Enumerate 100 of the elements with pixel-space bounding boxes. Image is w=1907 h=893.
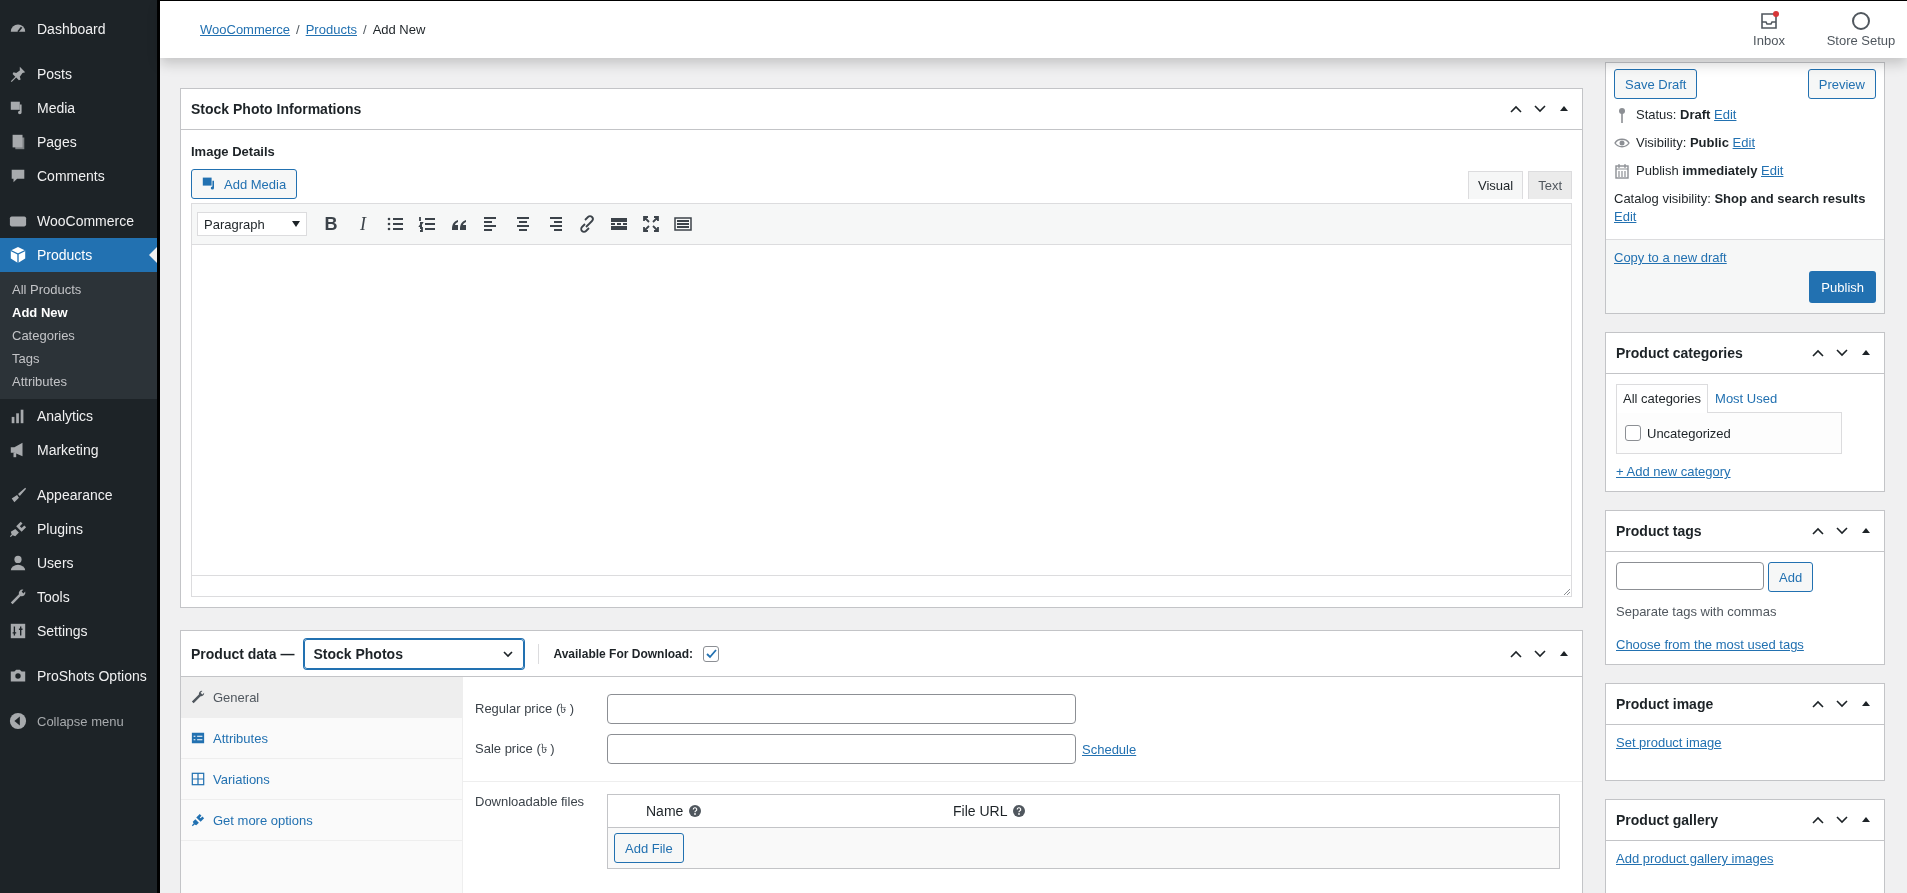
align-center-icon[interactable] [514,215,532,233]
download-checkbox[interactable] [703,645,720,662]
field-label: Downloadable files [475,794,586,811]
product-type-select[interactable]: Stock Photos [304,638,525,669]
brush-icon [9,486,27,504]
category-checkbox[interactable] [1625,425,1641,441]
add-tag-button[interactable]: Add [1768,562,1814,592]
set-image-link[interactable]: Set product image [1616,735,1722,750]
sidebar-item[interactable]: Analytics [0,399,157,433]
panel-title: Product data — [191,645,295,662]
bold-button[interactable]: B [317,210,345,238]
add-gallery-link[interactable]: Add product gallery images [1616,851,1774,866]
sidebar-item[interactable]: WooCommerce [0,204,157,238]
add-category-link[interactable]: + Add new category [1616,464,1874,479]
wrench-icon [191,690,205,704]
edit-link[interactable]: Edit [1761,163,1784,178]
tag-input-field[interactable] [1616,562,1764,590]
inbox-icon [1759,11,1779,31]
breadcrumb-separator: / [363,22,367,37]
draft-action-button[interactable]: Save Draft [1614,69,1698,99]
add-file-button[interactable]: Add File [614,833,684,863]
sidebar-item[interactable]: Posts [0,57,157,91]
sidebar-item[interactable]: Settings [0,614,157,648]
box-icon [9,246,27,264]
sidebar-item[interactable]: Plugins [0,512,157,546]
draft-action-button[interactable]: Preview [1807,69,1876,99]
product-data-tab[interactable]: Get more options [181,800,462,841]
sidebar-item[interactable]: Media [0,91,157,125]
breadcrumb-link[interactable]: Products [305,22,357,37]
product-data-tab[interactable]: Attributes [181,718,462,759]
copy-draft-link[interactable]: Copy to a new draft [1614,250,1876,265]
panel-title: Product categories [1616,345,1744,361]
schedule-link[interactable]: Schedule [1082,741,1137,757]
sidebar-item[interactable]: Dashboard [0,12,157,46]
collapse-menu-button[interactable]: Collapse menu [0,704,157,738]
submenu-item[interactable]: All Products [0,278,157,301]
help-icon[interactable] [689,805,702,817]
format-select[interactable]: Paragraph [197,212,307,236]
sidebar-item[interactable]: Appearance [0,478,157,512]
plug-icon [9,520,27,538]
panel-title: Product image [1616,696,1715,712]
list-card-icon [191,731,205,745]
column-header: File URL [953,803,1008,819]
sidebar-item[interactable]: Pages [0,125,157,159]
grid-icon [191,772,205,786]
read-more-icon[interactable] [610,215,628,233]
product-data-tab[interactable]: General [181,677,462,718]
category-label: Uncategorized [1647,425,1731,441]
sidebar-item[interactable]: Marketing [0,433,157,467]
download-label: Available For Download: [553,646,694,661]
sidebar-item[interactable]: Comments [0,159,157,193]
field-label: Sale price (৳ ) [475,739,556,758]
sidebar-item[interactable]: Users [0,546,157,580]
edit-link[interactable]: Edit [1614,209,1637,224]
publish-setting: Visibility: Public Edit [1636,134,1755,152]
header-action[interactable]: Store Setup [1815,11,1907,48]
editor-tab[interactable]: Text [1528,171,1572,199]
submenu-item[interactable]: Categories [0,324,157,347]
category-tab[interactable]: All categories [1616,384,1709,413]
submenu-item[interactable]: Attributes [0,370,157,393]
breadcrumb-link[interactable]: WooCommerce [200,22,291,37]
header-action[interactable]: Inbox [1723,11,1815,48]
add-media-button[interactable]: Add Media [191,169,298,199]
bullet-list-icon[interactable] [386,215,404,233]
pin-icon [9,65,27,83]
keyboard-icon[interactable] [674,215,692,233]
hint-text: Separate tags with commas [1616,604,1778,619]
edit-link[interactable]: Edit [1732,135,1755,150]
editor-tab[interactable]: Visual [1467,171,1524,199]
italic-button[interactable]: I [349,210,377,238]
section-label: Image Details [191,144,276,159]
column-header: Name [646,803,684,819]
sidebar-item[interactable]: ProShots Options [0,659,157,693]
edit-link[interactable]: Edit [1714,107,1737,122]
resize-grip-icon[interactable] [1561,586,1571,596]
fullscreen-icon[interactable] [642,215,660,233]
price-field[interactable] [607,734,1076,764]
publish-setting: Catalog visibility: Shop and search results Edit [1614,190,1867,226]
breadcrumb-current: Add New [372,22,426,37]
submenu-item[interactable]: Add New [0,301,157,324]
panel-title: Stock Photo Informations [191,101,363,117]
most-used-tags-link[interactable]: Choose from the most used tags [1616,637,1804,652]
wrench-icon [9,588,27,606]
progress-ring-icon [1851,11,1871,31]
link-icon[interactable] [578,215,596,233]
publish-setting: Publish immediately Edit [1636,162,1784,180]
sidebar-item[interactable]: Products [0,238,157,272]
category-tab[interactable]: Most Used [1708,384,1785,412]
plug-icon [191,813,205,827]
help-icon[interactable] [1013,805,1026,817]
panel-title: Product tags [1616,523,1703,539]
price-field[interactable] [607,694,1076,724]
sliders-icon [9,622,27,640]
field-label: Regular price (৳ ) [475,699,576,718]
submenu-item[interactable]: Tags [0,347,157,370]
numbered-list-icon[interactable] [418,215,436,233]
publish-button[interactable]: Publish [1809,271,1876,303]
product-data-tab[interactable]: Variations [181,759,462,800]
sidebar-item[interactable]: Tools [0,580,157,614]
panel-title: Product gallery [1616,812,1719,828]
